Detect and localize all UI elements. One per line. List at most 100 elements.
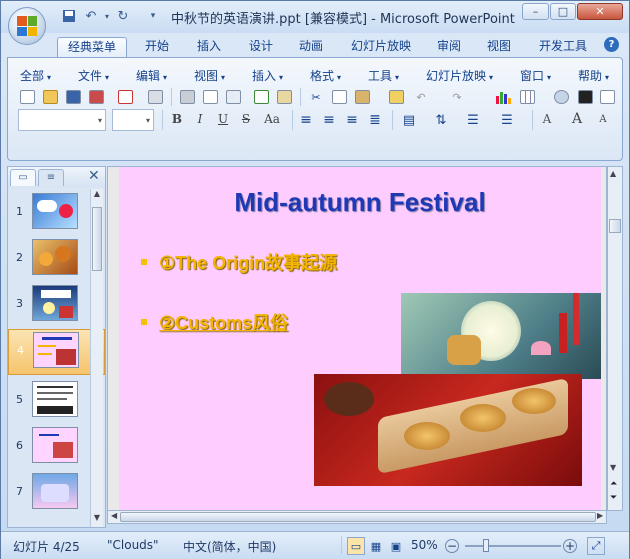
zoom-in-button[interactable]: + xyxy=(563,539,577,553)
customize-toolbar-icon[interactable]: ▾ xyxy=(145,8,161,24)
undo-dropdown-icon[interactable]: ▾ xyxy=(99,8,115,24)
menu-file[interactable]: 文件 ▾ xyxy=(78,67,109,84)
scroll-up-icon[interactable]: ▲ xyxy=(610,169,616,178)
change-case-button[interactable]: Aa xyxy=(260,110,284,129)
tab-animation[interactable]: 动画 xyxy=(291,37,331,57)
italic-button[interactable]: I xyxy=(191,110,209,129)
paste-icon[interactable] xyxy=(353,88,371,106)
menu-insert[interactable]: 插入 ▾ xyxy=(252,67,283,84)
tab-insert[interactable]: 插入 xyxy=(189,37,229,57)
undo-icon[interactable]: ↶ xyxy=(83,8,99,24)
close-button[interactable]: ✕ xyxy=(577,3,623,20)
shrink-font-button[interactable]: A xyxy=(594,110,612,129)
zoom-slider-track[interactable] xyxy=(465,545,561,547)
scroll-left-icon[interactable]: ◀ xyxy=(111,511,117,520)
tab-review[interactable]: 审阅 xyxy=(429,37,469,57)
bullet-origin[interactable]: ①The Origin故事起源 xyxy=(159,249,337,275)
festival-moon-image[interactable] xyxy=(401,293,601,379)
font-color-button[interactable]: A xyxy=(538,110,556,129)
maximize-button[interactable]: □ xyxy=(550,3,576,20)
color-grayscale-icon[interactable] xyxy=(576,88,594,106)
attach-icon[interactable] xyxy=(146,88,164,106)
insert-chart-icon[interactable] xyxy=(494,88,512,106)
open-icon[interactable] xyxy=(41,88,59,106)
align-center-icon[interactable]: ≡ xyxy=(320,111,338,129)
columns-icon[interactable]: ▤ xyxy=(400,111,418,129)
slideshow-view-icon[interactable]: ▣ xyxy=(387,537,405,555)
menu-slideshow[interactable]: 幻灯片放映 ▾ xyxy=(426,67,493,84)
clip-art-icon[interactable] xyxy=(552,88,570,106)
office-button[interactable] xyxy=(8,7,46,45)
scroll-up-icon[interactable]: ▲ xyxy=(92,189,102,201)
scroll-down-icon[interactable]: ▼ xyxy=(610,463,616,472)
research-icon[interactable] xyxy=(275,88,293,106)
menu-edit[interactable]: 编辑 ▾ xyxy=(136,67,167,84)
new-icon[interactable] xyxy=(18,88,36,106)
more-tools-icon[interactable] xyxy=(598,88,616,106)
pdf-icon[interactable] xyxy=(116,88,134,106)
scroll-down-icon[interactable]: ▼ xyxy=(92,513,102,525)
spelling-icon[interactable] xyxy=(252,88,270,106)
mooncakes-image[interactable] xyxy=(314,374,582,486)
print-preview-icon[interactable] xyxy=(201,88,219,106)
menu-help[interactable]: 帮助 ▾ xyxy=(578,67,609,84)
format-painter-icon[interactable] xyxy=(387,88,405,106)
menu-tools[interactable]: 工具 ▾ xyxy=(368,67,399,84)
undo-icon[interactable]: ↶ xyxy=(412,88,430,106)
underline-button[interactable]: U xyxy=(214,110,232,129)
tab-classic-menu[interactable]: 经典菜单 xyxy=(57,37,127,57)
thumbnail-scrollbar[interactable]: ▲ ▼ xyxy=(90,189,103,527)
bullet-customs-link[interactable]: ②Customs风俗 xyxy=(159,309,288,335)
tab-view[interactable]: 视图 xyxy=(479,37,519,57)
redo-icon[interactable]: ↷ xyxy=(448,88,466,106)
menu-all[interactable]: 全部 ▾ xyxy=(20,67,51,84)
close-pane-icon[interactable]: ✕ xyxy=(88,168,100,184)
align-left-icon[interactable]: ≡ xyxy=(297,111,315,129)
help-icon[interactable]: ? xyxy=(604,37,619,52)
tab-design[interactable]: 设计 xyxy=(241,37,281,57)
language-indicator[interactable]: 中文(简体，中国) xyxy=(183,538,276,555)
zoom-level[interactable]: 50% xyxy=(411,538,438,552)
text-direction-icon[interactable]: ⇅ xyxy=(432,111,450,129)
slide-sorter-icon[interactable]: ▦ xyxy=(367,537,385,555)
slide-title[interactable]: Mid-autumn Festival xyxy=(119,187,601,218)
save-icon[interactable] xyxy=(61,8,77,24)
slide-horizontal-scrollbar[interactable]: ◀ ▶ xyxy=(107,510,607,524)
numbering-icon[interactable]: ☰ xyxy=(464,111,482,129)
menu-window[interactable]: 窗口 ▾ xyxy=(520,67,551,84)
previous-slide-icon[interactable]: ⏶ xyxy=(610,479,617,489)
redo-icon[interactable]: ↻ xyxy=(115,8,131,24)
print-icon[interactable] xyxy=(178,88,196,106)
grow-font-button[interactable]: A xyxy=(568,110,586,129)
scroll-thumb[interactable] xyxy=(92,207,102,271)
normal-view-icon[interactable]: ▭ xyxy=(347,537,365,555)
font-size-combo[interactable]: ▾ xyxy=(112,109,154,131)
tab-slides-icon[interactable]: ▭ xyxy=(10,169,36,186)
tab-home[interactable]: 开始 xyxy=(137,37,177,57)
fit-to-window-icon[interactable]: ⤢ xyxy=(587,537,605,555)
bold-button[interactable]: B xyxy=(168,110,186,129)
scroll-right-icon[interactable]: ▶ xyxy=(597,511,603,520)
tab-developer[interactable]: 开发工具 xyxy=(533,37,593,57)
tab-outline-icon[interactable]: ≡ xyxy=(38,169,64,186)
permission-icon[interactable] xyxy=(87,88,105,106)
slide-canvas[interactable]: Mid-autumn Festival ①The Origin故事起源 ②Cus… xyxy=(119,167,601,510)
slide-vertical-scrollbar[interactable]: ▲ ▼ ⏶ ⏷ xyxy=(607,166,623,511)
insert-table-icon[interactable] xyxy=(518,88,536,106)
menu-format[interactable]: 格式 ▾ xyxy=(310,67,341,84)
minimize-button[interactable]: – xyxy=(522,3,549,20)
menu-view[interactable]: 视图 ▾ xyxy=(194,67,225,84)
next-slide-icon[interactable]: ⏷ xyxy=(610,493,617,503)
copy-icon[interactable] xyxy=(330,88,348,106)
zoom-slider-thumb[interactable] xyxy=(483,539,489,552)
align-right-icon[interactable]: ≡ xyxy=(343,111,361,129)
font-name-combo[interactable]: ▾ xyxy=(18,109,106,131)
scroll-thumb[interactable] xyxy=(120,512,596,522)
justify-icon[interactable]: ≣ xyxy=(366,111,384,129)
bullets-icon[interactable]: ☰ xyxy=(498,111,516,129)
strikethrough-button[interactable]: S xyxy=(237,110,255,129)
zoom-out-button[interactable]: − xyxy=(445,539,459,553)
scroll-thumb[interactable] xyxy=(609,219,621,233)
save-icon[interactable] xyxy=(64,88,82,106)
page-setup-icon[interactable] xyxy=(224,88,242,106)
